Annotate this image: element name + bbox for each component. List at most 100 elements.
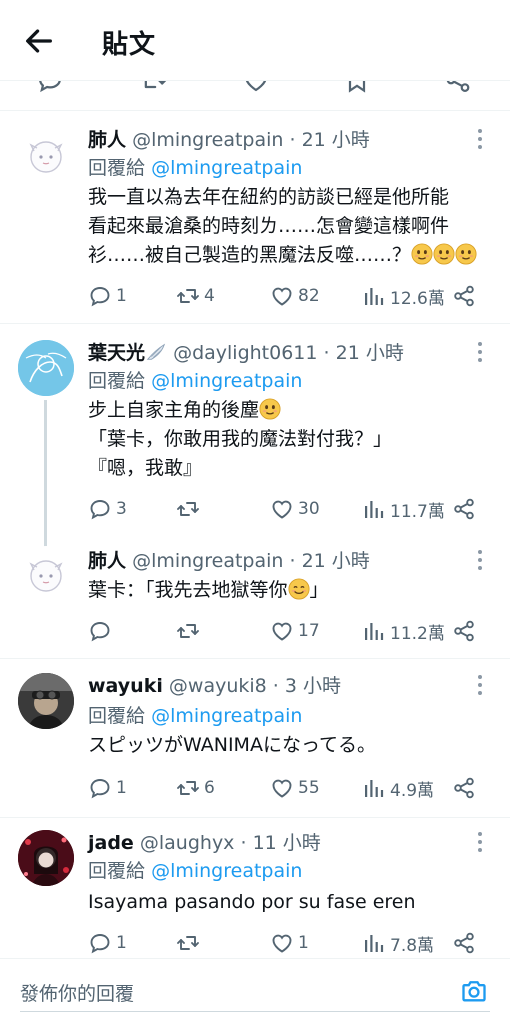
like-button[interactable]: 30 (270, 494, 320, 524)
post-time[interactable]: 21 小時 (302, 550, 370, 572)
reply-to-link[interactable]: @lmingreatpain (151, 157, 302, 179)
reply-to-link[interactable]: @lmingreatpain (151, 860, 302, 882)
camera-icon[interactable] (460, 977, 488, 1005)
post-time[interactable]: 11 小時 (253, 832, 321, 854)
author-name[interactable]: 肺人 (88, 129, 126, 151)
author-name[interactable]: jade (88, 832, 134, 854)
more-icon[interactable] (478, 129, 484, 153)
reply-composer: 發佈你的回覆 (0, 958, 510, 1025)
like-button[interactable]: 17 (270, 616, 320, 646)
retweet-icon (176, 497, 200, 521)
more-icon[interactable] (478, 675, 484, 699)
action-bar: 17 11.2萬 (88, 616, 488, 646)
share-button[interactable] (452, 616, 476, 646)
retweet-button[interactable] (176, 928, 204, 958)
like-button[interactable]: 82 (270, 281, 320, 311)
avatar[interactable] (18, 340, 74, 396)
like-button[interactable]: 55 (270, 773, 320, 803)
more-icon[interactable] (478, 832, 484, 856)
reply-to-link[interactable]: @lmingreatpain (151, 370, 302, 392)
author-handle[interactable]: @laughyx (140, 832, 235, 854)
avatar[interactable] (18, 673, 74, 729)
input-underline (20, 1011, 490, 1012)
post-text: スピッツがWANIMAになってる。 (88, 734, 377, 756)
retweet-icon (176, 776, 200, 800)
retweet-button[interactable]: 6 (176, 773, 215, 803)
author-name[interactable]: 肺人 (88, 550, 126, 572)
top-bar: 貼文 (0, 0, 510, 81)
share-button[interactable] (452, 494, 476, 524)
share-button[interactable] (452, 773, 476, 803)
author-name[interactable]: wayuki (88, 675, 163, 697)
reply-context: 回覆給 @lmingreatpain (88, 705, 303, 727)
action-bar: 1 1 7.8萬 (88, 928, 488, 958)
reply-post[interactable]: 葉天光 @daylight0611 · 21 小時 回覆給 @lmingreat… (0, 324, 510, 548)
reply-icon (88, 931, 112, 955)
author-handle[interactable]: @daylight0611 (173, 342, 317, 364)
reply-button[interactable]: 1 (88, 281, 127, 311)
action-bar: 1 6 55 4.9萬 (88, 773, 488, 803)
share-button[interactable] (452, 928, 476, 958)
reply-input[interactable]: 發佈你的回覆 (20, 979, 134, 1006)
more-icon[interactable] (478, 342, 484, 366)
reply-button[interactable]: 3 (88, 494, 127, 524)
reply-icon (88, 776, 112, 800)
retweet-button[interactable] (176, 616, 204, 646)
reply-post[interactable]: wayuki @wayuki8 · 3 小時 回覆給 @lmingreatpai… (0, 659, 510, 817)
avatar[interactable] (18, 830, 74, 886)
share-icon (452, 776, 476, 800)
post-time[interactable]: 3 小時 (285, 675, 341, 697)
share-button[interactable] (452, 281, 476, 311)
reply-post[interactable]: jade @laughyx · 11 小時 回覆給 @lmingreatpain… (0, 818, 510, 958)
reply-post[interactable]: 肺人 @lmingreatpain · 21 小時 葉卡：「我先去地獄等你」 1… (0, 534, 510, 658)
avatar[interactable] (18, 546, 74, 602)
views-icon (362, 497, 386, 521)
reply-post[interactable]: 肺人 @lmingreatpain · 21 小時 回覆給 @lmingreat… (0, 111, 510, 323)
more-icon[interactable] (478, 550, 484, 574)
share-icon (452, 284, 476, 308)
views-icon (362, 931, 386, 955)
reply-icon (88, 619, 112, 643)
post-text: 我一直以為去年在紐約的訪談已經是他所能 看起來最滄桑的時刻ㄌ……怎會變這樣啊件 … (88, 183, 493, 270)
author-handle[interactable]: @lmingreatpain (132, 129, 283, 151)
like-icon (270, 776, 294, 800)
retweet-button[interactable] (176, 494, 204, 524)
retweet-icon (176, 284, 200, 308)
reply-to-link[interactable]: @lmingreatpain (151, 705, 302, 727)
reply-button[interactable]: 1 (88, 773, 127, 803)
views-icon (362, 284, 386, 308)
post-time[interactable]: 21 小時 (336, 342, 404, 364)
views-button[interactable]: 11.7萬 (362, 494, 445, 524)
like-icon (270, 931, 294, 955)
views-button[interactable]: 12.6萬 (362, 281, 445, 311)
wing-emoji-icon (146, 343, 166, 360)
views-button[interactable]: 4.9萬 (362, 773, 434, 803)
emoji-icon (411, 243, 433, 265)
emoji-icon (433, 243, 455, 265)
emoji-icon (288, 578, 310, 600)
author-name[interactable]: 葉天光 (88, 342, 145, 364)
emoji-icon (259, 398, 281, 420)
share-icon (452, 931, 476, 955)
author-handle[interactable]: @wayuki8 (169, 675, 267, 697)
page-title: 貼文 (102, 30, 157, 60)
views-button[interactable]: 7.8萬 (362, 928, 434, 958)
views-button[interactable]: 11.2萬 (362, 616, 445, 646)
post-time[interactable]: 21 小時 (302, 129, 370, 151)
reply-icon (88, 284, 112, 308)
action-bar: 3 30 11.7萬 (88, 494, 488, 524)
share-icon (452, 497, 476, 521)
reply-context: 回覆給 @lmingreatpain (88, 370, 303, 392)
back-arrow-icon[interactable] (22, 24, 56, 58)
reply-button[interactable]: 1 (88, 928, 127, 958)
avatar[interactable] (18, 127, 74, 183)
views-icon (362, 619, 386, 643)
author-handle[interactable]: @lmingreatpain (132, 550, 283, 572)
like-icon (270, 619, 294, 643)
like-icon (270, 497, 294, 521)
emoji-icon (455, 243, 477, 265)
retweet-button[interactable]: 4 (176, 281, 215, 311)
reply-button[interactable] (88, 616, 116, 646)
thread-line (44, 400, 47, 548)
like-button[interactable]: 1 (270, 928, 309, 958)
